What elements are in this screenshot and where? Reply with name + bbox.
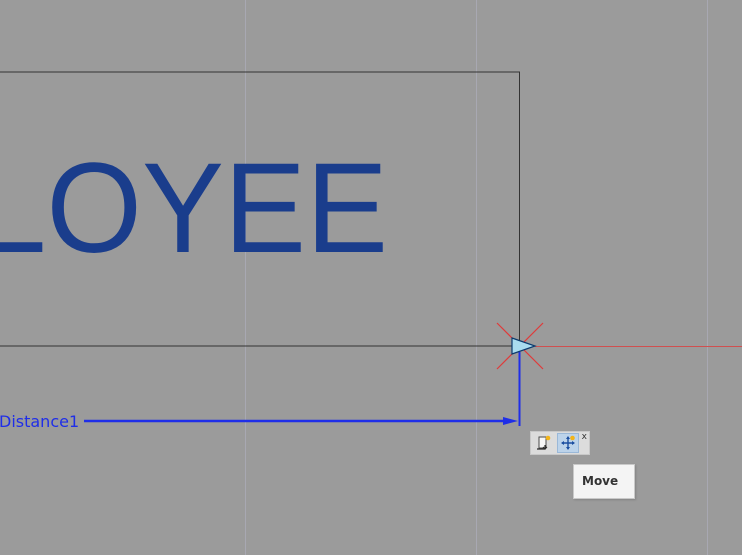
tooltip-text: Move [582,474,619,488]
mini-toolbar: x [530,431,590,455]
insert-icon [537,435,551,450]
move-button[interactable] [557,433,579,453]
cursor-arrow-icon [511,337,537,355]
move-icon [561,435,575,450]
close-icon[interactable]: x [582,432,587,442]
insert-button[interactable] [533,433,555,453]
dimension-distance1[interactable] [84,352,521,426]
dimension-label[interactable]: Distance1 [0,412,79,431]
drawing-text[interactable]: LOYEE [0,137,388,280]
tooltip: Move [573,464,635,499]
dimension-arrowhead [503,417,518,425]
